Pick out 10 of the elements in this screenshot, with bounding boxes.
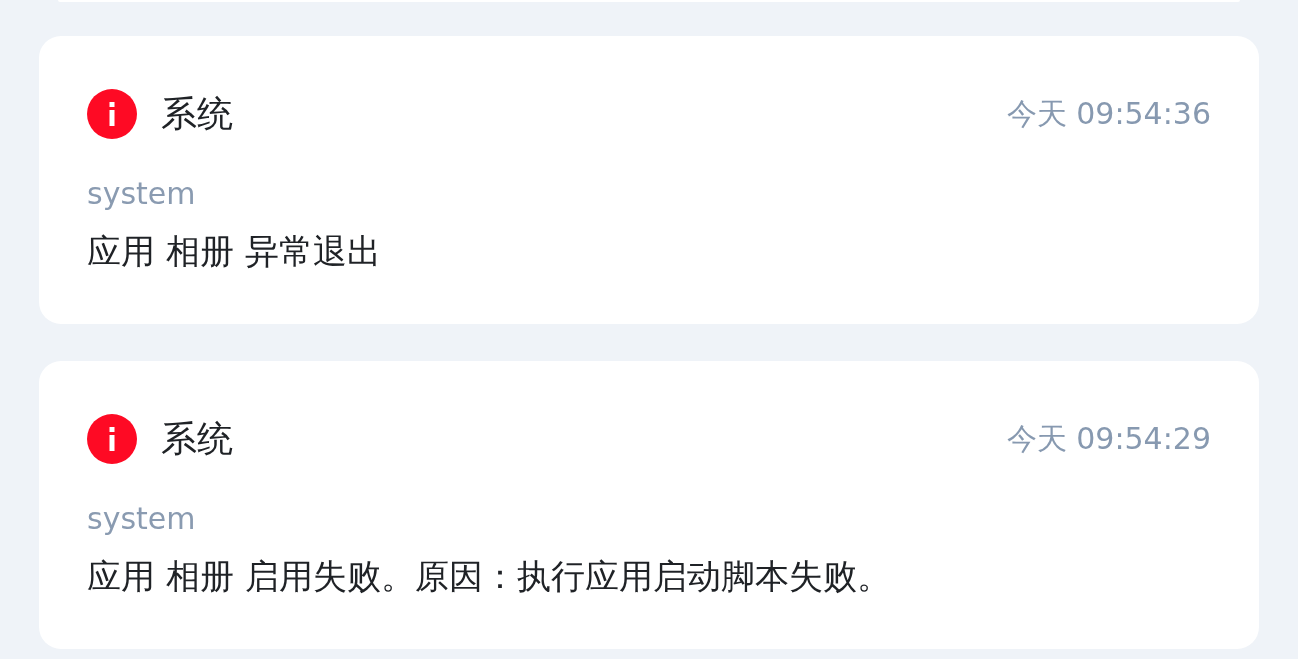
info-icon xyxy=(87,89,137,139)
notification-title: 系统 xyxy=(161,92,233,136)
notification-message: 应用 相册 异常退出 xyxy=(87,230,381,272)
notification-title: 系统 xyxy=(161,417,233,461)
notification-time: 今天 09:54:29 xyxy=(1006,420,1211,458)
notification-message: 应用 相册 启用失败。原因：执行应用启动脚本失败。 xyxy=(87,555,891,597)
notification-source: system xyxy=(87,176,196,212)
info-icon xyxy=(87,414,137,464)
notification-time: 今天 09:54:36 xyxy=(1006,95,1211,133)
notification-source: system xyxy=(87,501,196,537)
